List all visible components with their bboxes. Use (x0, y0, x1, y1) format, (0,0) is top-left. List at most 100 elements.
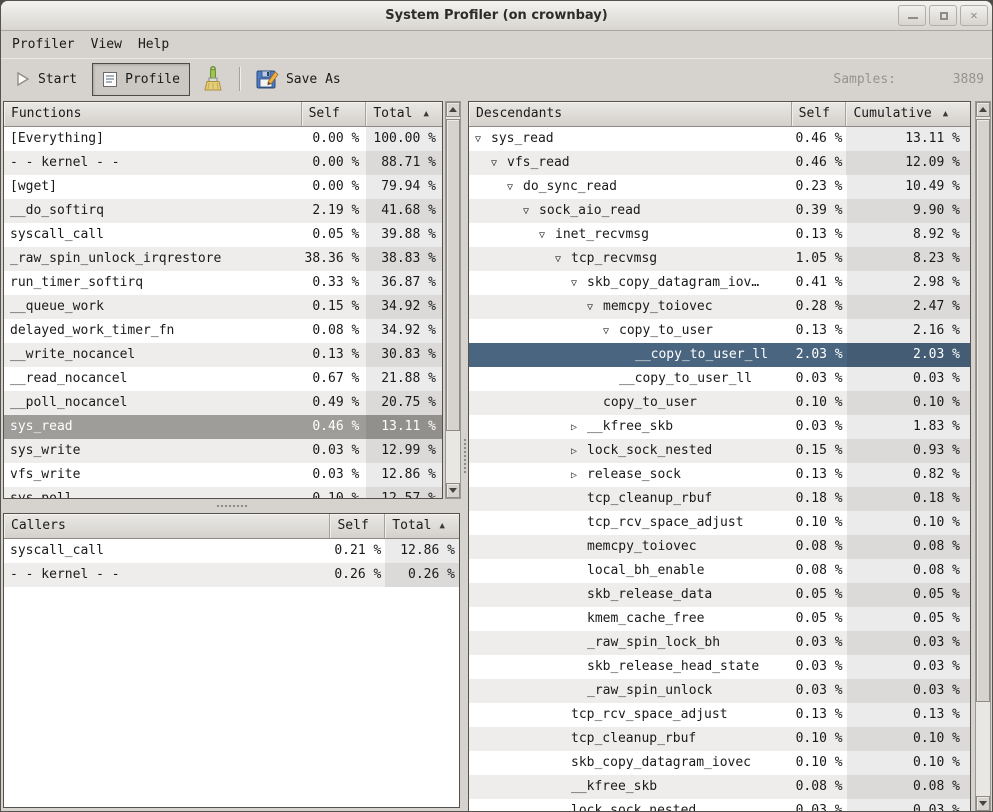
self-value: 0.15 % (302, 295, 367, 319)
table-row[interactable]: ▽memcpy_toiovec0.28 %2.47 % (469, 295, 970, 319)
self-value: 0.00 % (302, 175, 367, 199)
tree-expander-open-icon[interactable]: ▽ (523, 200, 539, 223)
table-row[interactable]: ▽do_sync_read0.23 %10.49 % (469, 175, 970, 199)
table-row[interactable]: lock_sock_nested0.03 %0.03 % (469, 799, 970, 812)
tree-expander-open-icon[interactable]: ▽ (491, 152, 507, 175)
table-row[interactable]: __read_nocancel0.67 %21.88 % (4, 367, 442, 391)
table-row[interactable]: __poll_nocancel0.49 %20.75 % (4, 391, 442, 415)
table-row[interactable]: delayed_work_timer_fn0.08 %34.92 % (4, 319, 442, 343)
descendants-scrollbar[interactable] (975, 101, 991, 812)
column-header-total[interactable]: Total ▲ (366, 102, 442, 126)
tree-expander-closed-icon[interactable]: ▷ (571, 440, 587, 463)
table-row[interactable]: - - kernel - -0.26 %0.26 % (4, 563, 459, 587)
save-as-button[interactable]: Save As (250, 63, 347, 96)
table-row[interactable]: tcp_cleanup_rbuf0.18 %0.18 % (469, 487, 970, 511)
table-row[interactable]: tcp_cleanup_rbuf0.10 %0.10 % (469, 727, 970, 751)
table-row[interactable]: copy_to_user0.10 %0.10 % (469, 391, 970, 415)
tree-expander-open-icon[interactable]: ▽ (539, 224, 555, 247)
table-row[interactable]: sys_write0.03 %12.99 % (4, 439, 442, 463)
tree-expander-open-icon[interactable]: ▽ (587, 296, 603, 319)
tree-expander-closed-icon[interactable]: ▷ (571, 464, 587, 487)
scroll-down-button[interactable] (976, 796, 990, 811)
table-row[interactable]: [wget]0.00 %79.94 % (4, 175, 442, 199)
table-row[interactable]: ▷lock_sock_nested0.15 %0.93 % (469, 439, 970, 463)
table-row[interactable]: sys_read0.46 %13.11 % (4, 415, 442, 439)
reset-button[interactable] (197, 63, 229, 96)
table-row[interactable]: ▷__kfree_skb0.03 %1.83 % (469, 415, 970, 439)
scroll-up-button[interactable] (446, 102, 460, 117)
table-row[interactable]: __queue_work0.15 %34.92 % (4, 295, 442, 319)
table-row[interactable]: __do_softirq2.19 %41.68 % (4, 199, 442, 223)
table-row[interactable]: run_timer_softirq0.33 %36.87 % (4, 271, 442, 295)
tree-expander-open-icon[interactable]: ▽ (475, 128, 491, 151)
column-header-cumulative[interactable]: Cumulative ▲ (846, 102, 970, 126)
table-row[interactable]: __kfree_skb0.08 %0.08 % (469, 775, 970, 799)
menu-profiler[interactable]: Profiler (4, 31, 83, 58)
table-row[interactable]: _raw_spin_unlock0.03 %0.03 % (469, 679, 970, 703)
table-row[interactable]: tcp_rcv_space_adjust0.13 %0.13 % (469, 703, 970, 727)
functions-rows: [Everything]0.00 %100.00 %- - kernel - -… (4, 127, 442, 499)
column-header-self[interactable]: Self (792, 102, 847, 126)
tree-expander-open-icon[interactable]: ▽ (555, 248, 571, 271)
table-row[interactable]: memcpy_toiovec0.08 %0.08 % (469, 535, 970, 559)
menu-view[interactable]: View (83, 31, 130, 58)
scroll-up-button[interactable] (976, 102, 990, 117)
table-row[interactable]: ▽sys_read0.46 %13.11 % (469, 127, 970, 151)
descendants-table-header: Descendants Self Cumulative ▲ (469, 102, 970, 127)
horizontal-splitter[interactable] (3, 499, 461, 513)
table-row[interactable]: ▽copy_to_user0.13 %2.16 % (469, 319, 970, 343)
scrollbar-thumb[interactable] (976, 119, 990, 702)
table-row[interactable]: ▽skb_copy_datagram_iov…0.41 %2.98 % (469, 271, 970, 295)
column-header-functions[interactable]: Functions (4, 102, 302, 126)
table-row[interactable]: ▽vfs_read0.46 %12.09 % (469, 151, 970, 175)
table-row[interactable]: tcp_rcv_space_adjust0.10 %0.10 % (469, 511, 970, 535)
table-row[interactable]: __write_nocancel0.13 %30.83 % (4, 343, 442, 367)
tree-expander-closed-icon[interactable]: ▷ (571, 416, 587, 439)
start-button[interactable]: Start (9, 63, 83, 96)
column-header-self[interactable]: Self (330, 514, 385, 538)
table-row[interactable]: skb_release_data0.05 %0.05 % (469, 583, 970, 607)
functions-scrollbar[interactable] (445, 101, 461, 499)
table-row[interactable]: _raw_spin_lock_bh0.03 %0.03 % (469, 631, 970, 655)
table-row[interactable]: syscall_call0.05 %39.88 % (4, 223, 442, 247)
tree-expander-open-icon[interactable]: ▽ (507, 176, 523, 199)
table-row[interactable]: - - kernel - -0.00 %88.71 % (4, 151, 442, 175)
menu-help[interactable]: Help (130, 31, 177, 58)
tree-expander-open-icon[interactable]: ▽ (603, 320, 619, 343)
total-value: 13.11 % (846, 127, 970, 151)
scroll-down-button[interactable] (446, 483, 460, 498)
vertical-splitter[interactable] (461, 99, 468, 812)
titlebar[interactable]: System Profiler (on crownbay) ✕ (1, 1, 992, 31)
table-row[interactable]: local_bh_enable0.08 %0.08 % (469, 559, 970, 583)
table-row[interactable]: __copy_to_user_ll2.03 %2.03 % (469, 343, 970, 367)
column-header-callers[interactable]: Callers (4, 514, 330, 538)
profile-toggle-button[interactable]: Profile (92, 63, 190, 96)
self-value: 2.19 % (302, 199, 367, 223)
column-header-total[interactable]: Total ▲ (385, 514, 459, 538)
table-row[interactable]: _raw_spin_unlock_irqrestore38.36 %38.83 … (4, 247, 442, 271)
close-button[interactable]: ✕ (960, 5, 988, 26)
table-row[interactable]: ▽sock_aio_read0.39 %9.90 % (469, 199, 970, 223)
function-name: sys_write (10, 443, 80, 458)
maximize-button[interactable] (929, 5, 957, 26)
function-name: release_sock (587, 467, 681, 482)
table-row[interactable]: skb_release_head_state0.03 %0.03 % (469, 655, 970, 679)
table-row[interactable]: ▽inet_recvmsg0.13 %8.92 % (469, 223, 970, 247)
column-header-descendants[interactable]: Descendants (469, 102, 792, 126)
self-value: 0.08 % (302, 319, 367, 343)
total-value: 0.05 % (847, 607, 970, 631)
table-row[interactable]: ▷release_sock0.13 %0.82 % (469, 463, 970, 487)
tree-expander-open-icon[interactable]: ▽ (571, 272, 587, 295)
table-row[interactable]: skb_copy_datagram_iovec0.10 %0.10 % (469, 751, 970, 775)
table-row[interactable]: kmem_cache_free0.05 %0.05 % (469, 607, 970, 631)
minimize-button[interactable] (898, 5, 926, 26)
column-header-label: Self (799, 102, 830, 126)
table-row[interactable]: syscall_call0.21 %12.86 % (4, 539, 459, 563)
table-row[interactable]: [Everything]0.00 %100.00 % (4, 127, 442, 151)
column-header-self[interactable]: Self (302, 102, 367, 126)
table-row[interactable]: ▽tcp_recvmsg1.05 %8.23 % (469, 247, 970, 271)
table-row[interactable]: sys_poll0.10 %12.57 % (4, 487, 442, 499)
table-row[interactable]: __copy_to_user_ll0.03 %0.03 % (469, 367, 970, 391)
scrollbar-thumb[interactable] (446, 119, 460, 431)
table-row[interactable]: vfs_write0.03 %12.86 % (4, 463, 442, 487)
